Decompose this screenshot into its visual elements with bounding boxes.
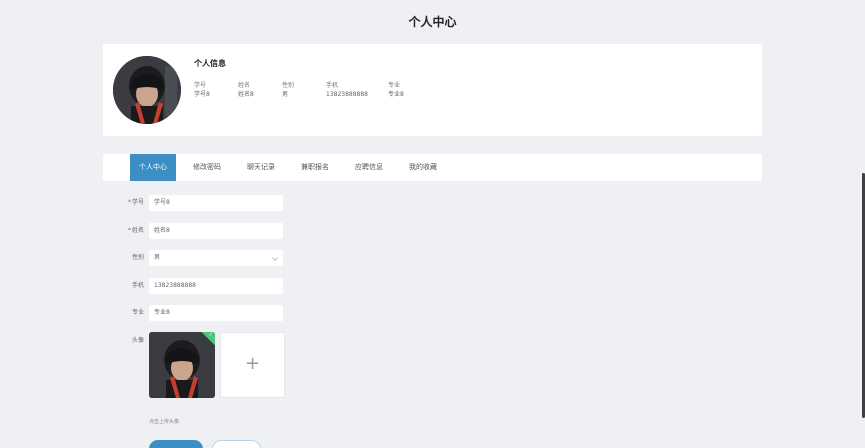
phone-input[interactable]: 13823888888 bbox=[148, 277, 284, 295]
profile-field-label: 性别 bbox=[282, 82, 295, 89]
profile-field-label: 学号 bbox=[194, 82, 207, 89]
name-input[interactable]: 姓名8 bbox=[148, 222, 284, 240]
upload-hint: 点击上传头像 bbox=[149, 419, 180, 425]
plus-icon: + bbox=[244, 353, 261, 374]
profile-field-major: 专业 专业8 bbox=[388, 81, 404, 99]
profile-field-value: 男 bbox=[282, 91, 289, 98]
form-label: 头像 bbox=[131, 337, 144, 344]
profile-field-name: 姓名 姓名8 bbox=[238, 81, 254, 99]
form-label: 性别 bbox=[131, 254, 144, 261]
profile-field-phone: 手机 13823888888 bbox=[326, 81, 368, 99]
tab-job-registration[interactable]: 兼职报名 bbox=[293, 154, 337, 181]
chevron-down-icon bbox=[272, 255, 278, 261]
profile-field-value: 姓名8 bbox=[238, 91, 254, 98]
profile-card: 个人信息 学号 学号8 姓名 姓名8 性别 男 手机 13823888888 专… bbox=[103, 44, 762, 136]
profile-field-label: 姓名 bbox=[238, 82, 251, 89]
avatar bbox=[113, 56, 181, 124]
cancel-button[interactable] bbox=[212, 440, 261, 448]
check-icon: ✓ bbox=[208, 332, 213, 338]
form-label: 专业 bbox=[131, 309, 144, 316]
gender-select-value: 男 bbox=[154, 254, 161, 261]
tab-personal-center[interactable]: 个人中心 bbox=[130, 154, 176, 181]
required-mark: * bbox=[127, 227, 131, 234]
profile-field-gender: 性别 男 bbox=[282, 81, 294, 99]
major-input[interactable]: 专业8 bbox=[148, 304, 284, 322]
profile-field-value: 13823888888 bbox=[326, 91, 368, 98]
profile-field-label: 专业 bbox=[388, 82, 401, 89]
gender-select[interactable]: 男 bbox=[148, 249, 284, 267]
profile-section-title: 个人信息 bbox=[194, 59, 226, 68]
form-label: *学号 bbox=[127, 199, 144, 206]
form-label: *姓名 bbox=[127, 227, 144, 234]
tab-bar: 个人中心 修改密码 聊天记录 兼职报名 应聘信息 我的收藏 bbox=[103, 154, 762, 181]
tab-my-favorites[interactable]: 我的收藏 bbox=[401, 154, 445, 181]
tab-chat-history[interactable]: 聊天记录 bbox=[239, 154, 283, 181]
profile-field-label: 手机 bbox=[326, 82, 339, 89]
uploaded-avatar-thumbnail[interactable]: ✓ bbox=[149, 332, 215, 398]
profile-field-value: 学号8 bbox=[194, 91, 210, 98]
submit-button[interactable] bbox=[149, 440, 203, 448]
page-title: 个人中心 bbox=[408, 15, 457, 29]
required-mark: * bbox=[127, 199, 131, 206]
tab-change-password[interactable]: 修改密码 bbox=[185, 154, 229, 181]
student-id-input[interactable]: 学号8 bbox=[148, 194, 284, 212]
profile-field-student-id: 学号 学号8 bbox=[194, 81, 210, 99]
profile-field-value: 专业8 bbox=[388, 91, 404, 98]
tab-application-info[interactable]: 应聘信息 bbox=[347, 154, 391, 181]
form-label: 手机 bbox=[131, 282, 144, 289]
avatar-upload-button[interactable]: + bbox=[220, 332, 285, 398]
